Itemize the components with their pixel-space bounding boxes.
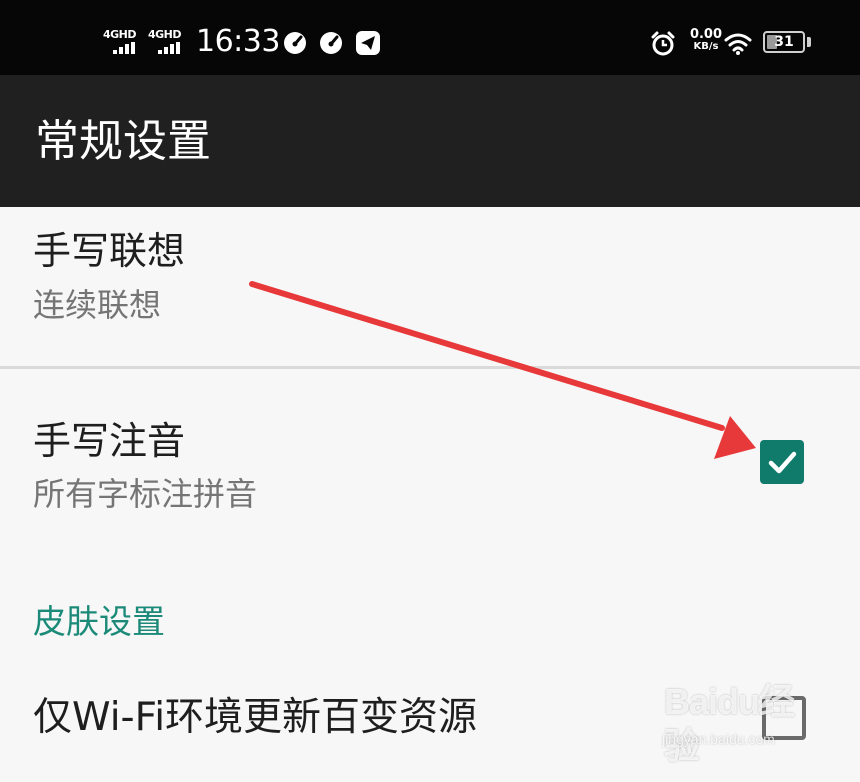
network-type-label: 4GHD xyxy=(148,28,182,41)
status-time: 16:33 xyxy=(196,24,280,59)
setting-title: 手写注音 xyxy=(33,419,186,463)
network-speed-value: 0.00 xyxy=(689,27,723,42)
network-speed: 0.00 KB/s xyxy=(684,28,728,53)
baidu-watermark: Baidu经验 jingyan.baidu.com xyxy=(660,680,820,766)
signal-icon: 4GHD xyxy=(103,28,143,56)
alarm-clock-icon xyxy=(651,31,675,56)
checkmark-icon xyxy=(768,451,797,474)
signal-icon: 4GHD xyxy=(148,28,188,56)
battery-icon: 31 xyxy=(763,31,805,53)
page-title: 常规设置 xyxy=(35,116,211,167)
network-speed-unit: KB/s xyxy=(693,41,719,52)
status-bar: 4GHD 4GHD 16:33 0.00 KB/s 31 xyxy=(0,0,860,75)
setting-title: 手写联想 xyxy=(33,229,186,273)
network-type-label: 4GHD xyxy=(103,28,137,41)
watermark-url: jingyan.baidu.com xyxy=(662,731,775,747)
battery-level: 31 xyxy=(774,34,794,50)
battery-tip xyxy=(807,37,811,47)
app-bar: 常规设置 xyxy=(0,75,860,207)
speedometer-icon xyxy=(320,32,342,54)
speedometer-icon xyxy=(284,32,306,54)
watermark-logo: Baidu经验 xyxy=(664,681,795,766)
setting-summary: 所有字标注拼音 xyxy=(33,475,258,513)
setting-summary: 连续联想 xyxy=(33,286,162,324)
pinyin-checkbox[interactable] xyxy=(760,440,804,484)
divider xyxy=(0,366,860,369)
setting-title: 仅Wi-Fi环境更新百变资源 xyxy=(33,695,478,740)
category-skin-settings: 皮肤设置 xyxy=(33,602,165,641)
wifi-icon xyxy=(724,33,752,55)
telegram-icon xyxy=(356,31,380,55)
